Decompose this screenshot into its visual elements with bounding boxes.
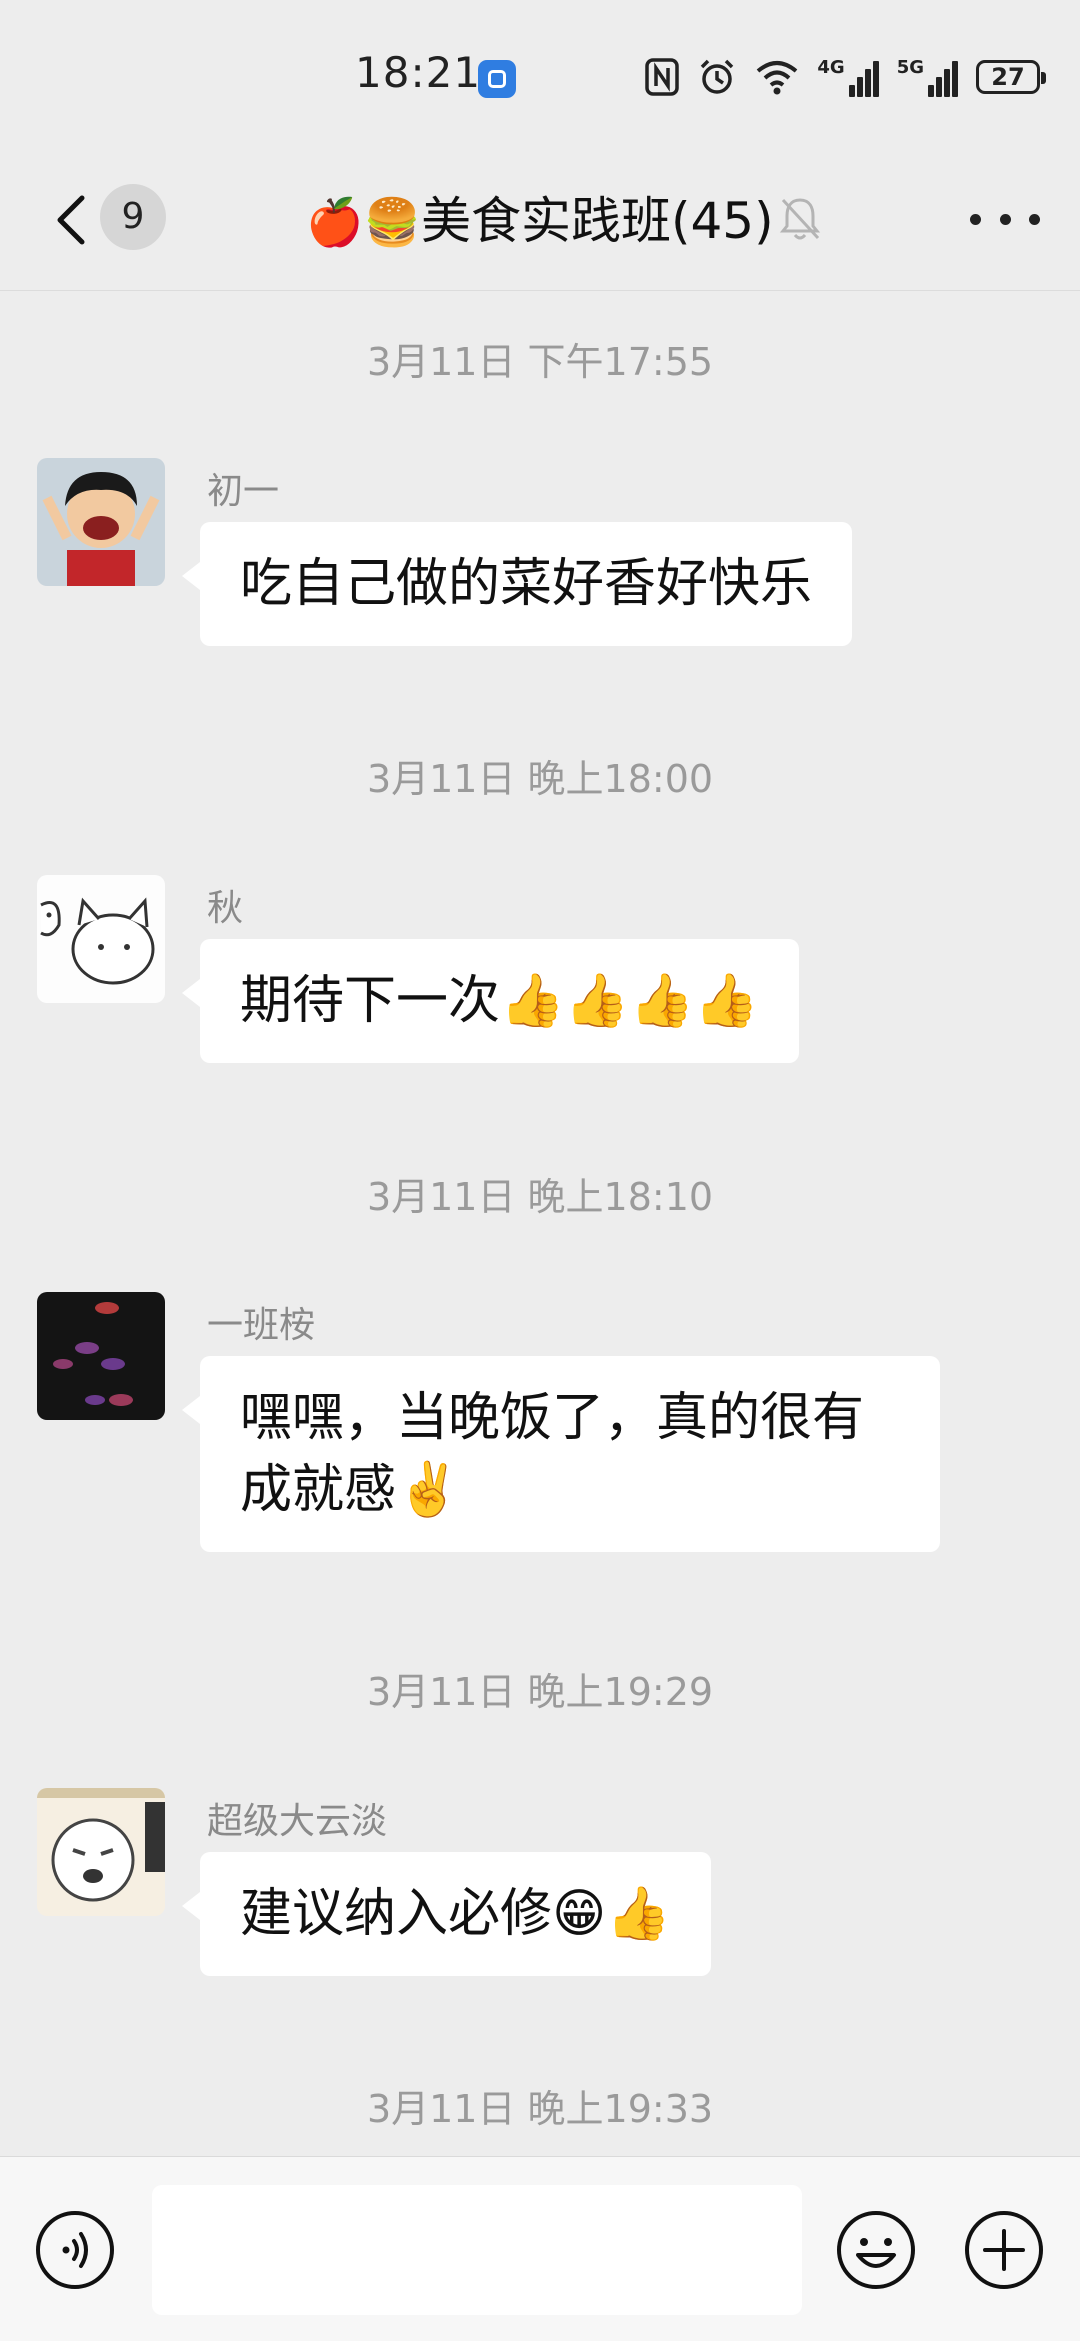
status-icons: 4G 5G 27 — [645, 52, 1046, 102]
input-bar — [0, 2156, 1080, 2341]
sender-name: 一班桉 — [207, 1305, 316, 1346]
timestamp: 3月11日 晚上18:00 — [366, 757, 714, 801]
sender-name: 初一 — [207, 471, 280, 512]
sender-name: 超级大云淡 — [207, 1801, 388, 1842]
app-notification-icon — [478, 60, 516, 98]
alarm-icon — [701, 59, 734, 94]
chat-header: 9 🍎🍔美食实践班(45) — [0, 150, 1080, 291]
voice-input-icon[interactable] — [34, 2209, 116, 2291]
cellular-signal-5g: 5G — [897, 57, 958, 97]
avatar[interactable] — [37, 875, 165, 1003]
avatar[interactable] — [37, 1292, 165, 1420]
message-bubble[interactable]: 建议纳入必修😁👍 — [182, 1852, 711, 1976]
status-time: 18:21 — [355, 48, 482, 97]
avatar[interactable] — [37, 458, 165, 586]
message-bubble[interactable]: 期待下一次👍👍👍👍 — [182, 939, 799, 1063]
network-type-label: 5G — [896, 57, 924, 78]
dot-icon — [999, 213, 1011, 225]
message-list[interactable]: 3月11日 下午17:55 初一 吃自己做的菜好香好快乐 3月11日 晚上18:… — [0, 291, 1080, 2156]
chat-title[interactable]: 🍎🍔美食实践班(45) — [0, 186, 1080, 257]
more-options-button[interactable] — [970, 194, 1040, 244]
dot-icon — [970, 213, 981, 225]
title-emoji: 🍎🍔 — [306, 195, 421, 249]
network-type-label: 4G — [817, 57, 845, 78]
message-input[interactable] — [152, 2185, 802, 2315]
message-bubble[interactable]: 嘿嘿，当晚饭了，真的很有成就感✌️ — [182, 1356, 940, 1552]
group-name: 美食实践班(45) — [420, 192, 774, 250]
emoji-icon[interactable] — [835, 2209, 917, 2291]
sender-name: 秋 — [207, 888, 244, 929]
timestamp: 3月11日 晚上19:33 — [366, 2087, 714, 2131]
timestamp: 3月11日 晚上19:29 — [366, 1670, 714, 1714]
dot-icon — [1029, 213, 1040, 225]
timestamp: 3月11日 晚上18:10 — [366, 1175, 714, 1219]
nfc-icon — [645, 58, 680, 96]
status-bar: 18:21 4G 5G 27 — [0, 0, 1080, 150]
battery-indicator: 27 — [976, 60, 1046, 94]
mute-bell-icon — [779, 198, 821, 240]
timestamp: 3月11日 下午17:55 — [366, 340, 714, 384]
message-bubble[interactable]: 吃自己做的菜好香好快乐 — [181, 522, 853, 646]
cellular-signal-4g: 4G — [817, 57, 879, 97]
wifi-icon — [757, 61, 798, 95]
avatar[interactable] — [37, 1788, 165, 1916]
plus-icon[interactable] — [963, 2209, 1045, 2291]
